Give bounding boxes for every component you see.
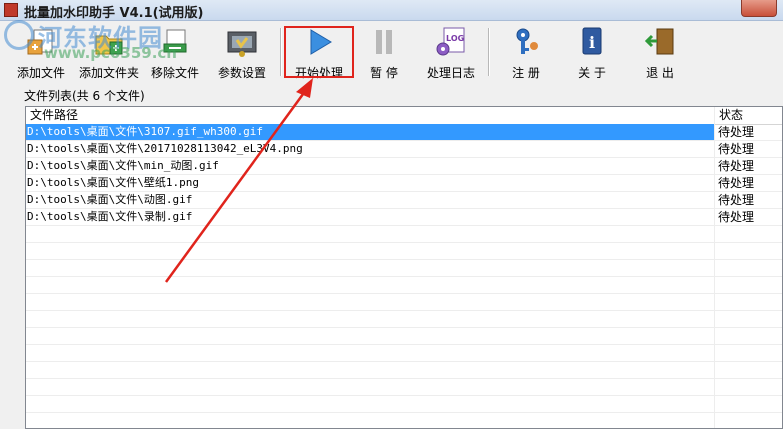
processing-log-label: 处理日志 [426,66,475,80]
remove-file-icon [163,29,187,53]
empty-row-line [26,259,782,260]
empty-row-line [26,395,782,396]
table-row[interactable]: D:\tools\桌面\文件\3107.gif_wh300.gif 待处理 [26,124,782,141]
add-file-label: 添加文件 [16,66,65,80]
exit-button[interactable]: 退 出 [630,24,690,80]
pause-button[interactable]: 暂 停 [356,24,412,80]
file-path-cell: D:\tools\桌面\文件\min_动图.gif [27,159,219,172]
table-row[interactable]: D:\tools\桌面\文件\20171028113042_eL3V4.png … [26,141,782,158]
add-folder-icon [95,35,123,55]
status-cell: 待处理 [718,125,755,139]
column-header-status[interactable]: 状态 [715,107,782,124]
add-file-icon [27,29,53,55]
start-button-highlight [284,26,354,78]
about-button[interactable]: i 关 于 [564,24,620,80]
exit-door-icon [644,28,674,55]
settings-button[interactable]: 参数设置 [212,24,272,80]
register-button[interactable]: 注 册 [498,24,554,80]
empty-row-line [26,361,782,362]
status-cell: 待处理 [718,193,755,207]
file-list-caption: 文件列表(共 6 个文件) [24,89,145,103]
register-label: 注 册 [512,66,540,80]
table-row[interactable]: D:\tools\桌面\文件\min_动图.gif 待处理 [26,158,782,175]
file-list-header: 文件路径 状态 [26,107,782,125]
settings-label: 参数设置 [217,66,266,80]
key-icon [516,28,538,54]
file-path-cell: D:\tools\桌面\文件\动图.gif [27,193,193,206]
remove-file-button[interactable]: 移除文件 [146,24,204,80]
svg-text:i: i [589,33,595,52]
status-cell: 待处理 [718,142,755,156]
file-path-cell: D:\tools\桌面\文件\20171028113042_eL3V4.png [27,142,303,155]
add-file-button[interactable]: 添加文件 [12,24,70,80]
file-path-cell: D:\tools\桌面\文件\3107.gif_wh300.gif [26,124,714,140]
add-folder-button[interactable]: 添加文件夹 [74,24,144,80]
file-list[interactable]: 文件路径 状态 D:\tools\桌面\文件\3107.gif_wh300.gi… [25,106,783,429]
pause-icon [376,30,392,54]
about-label: 关 于 [578,66,606,80]
toolbar-separator [488,28,490,76]
close-window-button[interactable] [741,0,777,17]
settings-icon [227,31,257,57]
empty-row-line [26,310,782,311]
exit-label: 退 出 [646,66,674,80]
empty-row-line [26,327,782,328]
status-cell: 待处理 [718,210,755,224]
column-header-path[interactable]: 文件路径 [26,107,715,124]
empty-row-line [26,242,782,243]
table-row[interactable]: D:\tools\桌面\文件\录制.gif 待处理 [26,209,782,226]
pause-label: 暂 停 [370,66,398,80]
remove-file-label: 移除文件 [150,66,199,80]
add-folder-label: 添加文件夹 [78,66,139,80]
app-icon [4,3,18,17]
empty-row-line [26,276,782,277]
svg-text:LOG: LOG [446,34,464,43]
window-title: 批量加水印助手 V4.1(试用版) [24,6,204,21]
table-row[interactable]: D:\tools\桌面\文件\动图.gif 待处理 [26,192,782,209]
empty-row-line [26,344,782,345]
empty-row-line [26,412,782,413]
table-row[interactable]: D:\tools\桌面\文件\壁纸1.png 待处理 [26,175,782,192]
processing-log-button[interactable]: LOG 处理日志 [422,24,480,80]
file-path-cell: D:\tools\桌面\文件\壁纸1.png [27,176,199,189]
empty-row-line [26,293,782,294]
toolbar-separator [280,28,282,76]
empty-row-line [26,378,782,379]
toolbar: 添加文件 添加文件夹 移除文件 参数设置 开始处理 暂 停 LOG 处理日志 注… [0,20,783,82]
title-bar: 批量加水印助手 V4.1(试用版) [0,0,783,21]
log-icon: LOG [436,27,465,56]
file-path-cell: D:\tools\桌面\文件\录制.gif [27,210,193,223]
status-cell: 待处理 [718,159,755,173]
info-icon: i [582,27,602,55]
status-cell: 待处理 [718,176,755,190]
